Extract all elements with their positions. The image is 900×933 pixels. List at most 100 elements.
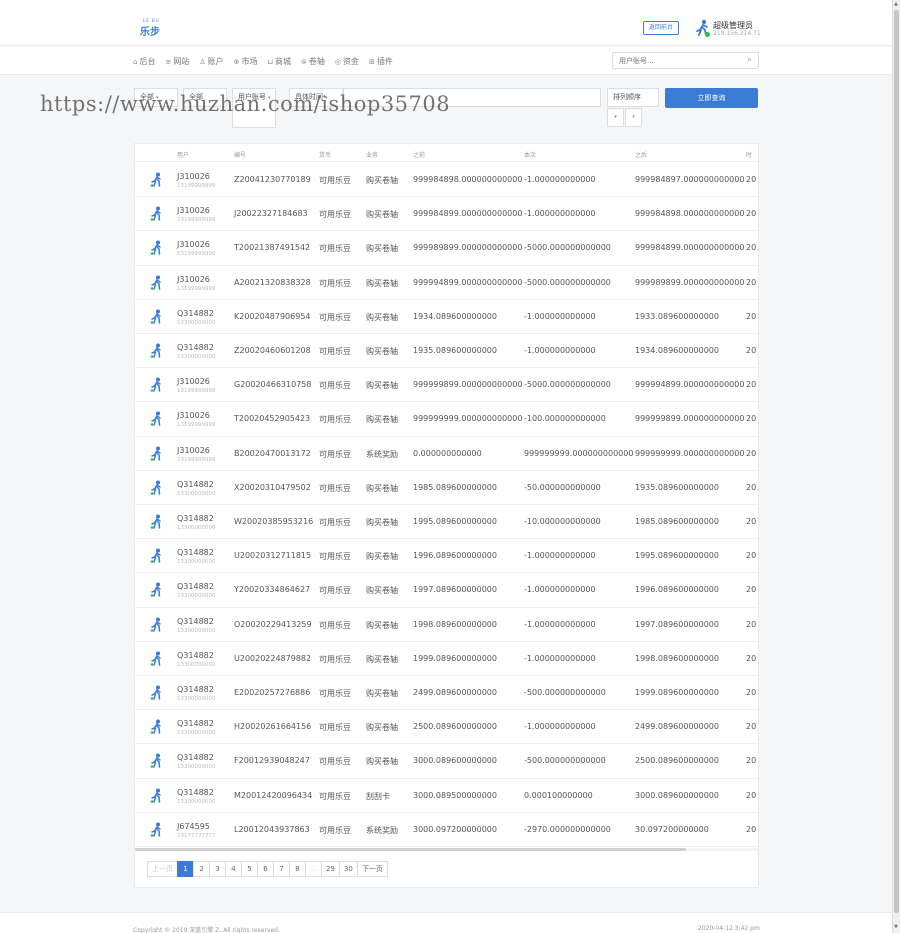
- cell-user[interactable]: Q314882: [177, 617, 214, 626]
- table-row[interactable]: Q314882 13300000000 O20020229413259 可用乐豆 购买卷…: [135, 608, 758, 642]
- cell-time: 20: [746, 585, 757, 595]
- cell-time: 20: [746, 209, 757, 219]
- nav-item-7[interactable]: ⊞ 插件: [369, 56, 393, 67]
- cell-user[interactable]: J310026: [177, 240, 210, 249]
- scroll-down-icon[interactable]: ▼: [894, 924, 898, 930]
- user-avatar-icon: [149, 172, 163, 188]
- cell-user[interactable]: J674595: [177, 822, 210, 831]
- cell-after: 999994899.000000000000: [635, 380, 745, 390]
- search-icon[interactable]: ⌕: [747, 55, 752, 65]
- cell-user[interactable]: J310026: [177, 411, 210, 420]
- user-search-box[interactable]: ⌕: [612, 52, 759, 69]
- cell-time: 20: [746, 688, 757, 697]
- cell-currency: 可用乐豆: [319, 347, 351, 356]
- type-select[interactable]: 全部: [183, 88, 227, 107]
- cell-user[interactable]: Q314882: [177, 651, 214, 660]
- cell-number: Z20020460601208: [234, 346, 311, 355]
- scroll-up-icon[interactable]: ▲: [894, 1, 898, 7]
- cell-user[interactable]: J310026: [177, 377, 210, 386]
- vertical-scrollbar[interactable]: ▲ ▼: [892, 0, 900, 933]
- user-search-input[interactable]: [613, 53, 733, 68]
- cell-user[interactable]: Q314882: [177, 788, 214, 797]
- page-button[interactable]: 2: [193, 861, 210, 877]
- page-button[interactable]: 5: [241, 861, 258, 877]
- table-row[interactable]: J310026 13199999999 J20022327184683 可用乐豆 购买卷…: [135, 197, 758, 232]
- cell-user[interactable]: Q314882: [177, 685, 214, 694]
- table-row[interactable]: Q314882 13300000000 X20020310479502 可用乐豆 购买卷…: [135, 471, 758, 505]
- page-button[interactable]: 29: [321, 861, 340, 877]
- cell-user[interactable]: J310026: [177, 446, 210, 455]
- table-row[interactable]: J310026 13199999999 T20020452905423 可用乐豆 购买卷…: [135, 402, 758, 437]
- page-button[interactable]: 30: [338, 861, 358, 877]
- col-number: 编号: [234, 152, 247, 159]
- nav-item-5[interactable]: ⊜ 卷轴: [301, 56, 325, 67]
- cell-user[interactable]: Q314882: [177, 514, 214, 523]
- nav-item-6[interactable]: ◎ 资金: [335, 56, 359, 67]
- table-row[interactable]: Q314882 13300000000 U20020224879882 可用乐豆 购买卷…: [135, 642, 758, 676]
- table-row[interactable]: J310026 13199999999 A20021320838328 可用乐豆 购买卷…: [135, 266, 758, 300]
- sort-direction-select[interactable]: ▾: [625, 108, 642, 127]
- table-row[interactable]: J310026 13199999999 B20020470013172 可用乐豆 系统奖…: [135, 437, 758, 471]
- cell-user[interactable]: Q314882: [177, 753, 214, 762]
- table-row[interactable]: Q314882 13300000000 E20020257276886 可用乐豆 购买卷…: [135, 676, 758, 711]
- cell-user[interactable]: Q314882: [177, 582, 214, 591]
- cell-delta: -5000.000000000000: [524, 380, 611, 390]
- nav-item-2[interactable]: ♙ 账户: [199, 56, 223, 67]
- user-avatar-icon: [149, 514, 163, 530]
- table-row[interactable]: J310026 13199999999 T20021387491542 可用乐豆 购买卷…: [135, 231, 758, 266]
- page-button[interactable]: 6: [257, 861, 274, 877]
- brand-logo[interactable]: LE BU 乐步: [139, 18, 165, 38]
- user-avatar-icon: [149, 548, 163, 564]
- time-select[interactable]: 具体时间 ▾: [289, 88, 343, 107]
- table-row[interactable]: J310026 13199999999 G20020466310758 可用乐豆 购买卷…: [135, 368, 758, 403]
- cell-user[interactable]: Q314882: [177, 309, 214, 318]
- cell-user[interactable]: J310026: [177, 275, 210, 284]
- nav-item-1[interactable]: ≡ 网站: [165, 56, 189, 67]
- vertical-scroll-thumb[interactable]: [894, 10, 899, 913]
- keyword-input[interactable]: [343, 88, 601, 107]
- admin-ip: 219.156.214.71: [713, 30, 761, 37]
- cell-phone: 13300000000: [177, 319, 216, 326]
- table-row[interactable]: Q314882 13300000000 W20020385953216 可用乐豆 购买卷…: [135, 505, 758, 540]
- next-page-button[interactable]: 下一页: [356, 861, 388, 877]
- cell-user[interactable]: J310026: [177, 206, 210, 215]
- cell-user[interactable]: J310026: [177, 172, 210, 181]
- back-to-frontend-button[interactable]: 返回前台: [643, 21, 679, 35]
- page-button[interactable]: 1: [177, 861, 194, 877]
- cell-user[interactable]: Q314882: [177, 548, 214, 557]
- coin-icon: ◎: [334, 57, 341, 66]
- field-select[interactable]: 用户账号 ▾: [232, 88, 276, 128]
- nav-item-4[interactable]: ⊔ 商城: [267, 56, 290, 67]
- col-time: 时: [746, 152, 753, 159]
- table-row[interactable]: Q314882 13300000000 U20020312711815 可用乐豆 购买卷…: [135, 539, 758, 574]
- query-button[interactable]: 立即查询: [665, 88, 758, 108]
- table-row[interactable]: Q314882 13300000000 F20012939048247 可用乐豆 购买卷…: [135, 744, 758, 779]
- horizontal-scroll-thumb[interactable]: [135, 848, 686, 851]
- page-button[interactable]: 8: [289, 861, 306, 877]
- prev-page-button[interactable]: 上一页: [147, 861, 178, 877]
- page-button[interactable]: 4: [225, 861, 242, 877]
- cell-currency: 可用乐豆: [319, 654, 351, 664]
- nav-item-3[interactable]: ⊕ 市场: [234, 56, 258, 67]
- cell-user[interactable]: Q314882: [177, 480, 214, 489]
- table-row[interactable]: Q314882 13300000000 Z20020460601208 可用乐豆 购买卷…: [135, 334, 758, 369]
- page-button[interactable]: ...: [305, 861, 322, 877]
- cell-after: 1933.089600000000: [635, 311, 719, 321]
- page-button[interactable]: 7: [273, 861, 290, 877]
- table-row[interactable]: Q314882 13300000000 H20020261664156 可用乐豆 购买卷…: [135, 710, 758, 745]
- cell-user[interactable]: Q314882: [177, 343, 214, 352]
- horizontal-scrollbar[interactable]: [135, 848, 758, 851]
- sort-field-select[interactable]: ▾: [607, 108, 624, 127]
- page-button[interactable]: 3: [209, 861, 226, 877]
- cell-currency: 可用乐豆: [319, 312, 351, 322]
- nav-item-0[interactable]: ⌂ 后台: [133, 56, 155, 67]
- table-row[interactable]: Q314882 13300000000 Y20020334864627 可用乐豆 购买卷…: [135, 573, 758, 608]
- table-row[interactable]: J674595 13177777777 L20012043937863 可用乐豆 系统奖…: [135, 813, 758, 847]
- scope-select[interactable]: 全部 ▾: [134, 88, 178, 107]
- table-row[interactable]: Q314882 13300000000 M20012420096434 可用乐豆 刮刮卡…: [135, 779, 758, 813]
- table-row[interactable]: Q314882 13300000000 K20020487906954 可用乐豆 购买卷…: [135, 300, 758, 334]
- cell-user[interactable]: Q314882: [177, 719, 214, 728]
- table-row[interactable]: J310026 13199999999 Z20041230770189 可用乐豆 购买卷…: [135, 163, 758, 198]
- chevron-down-icon: ▾: [632, 114, 635, 120]
- cell-currency: 可用乐豆: [319, 586, 351, 596]
